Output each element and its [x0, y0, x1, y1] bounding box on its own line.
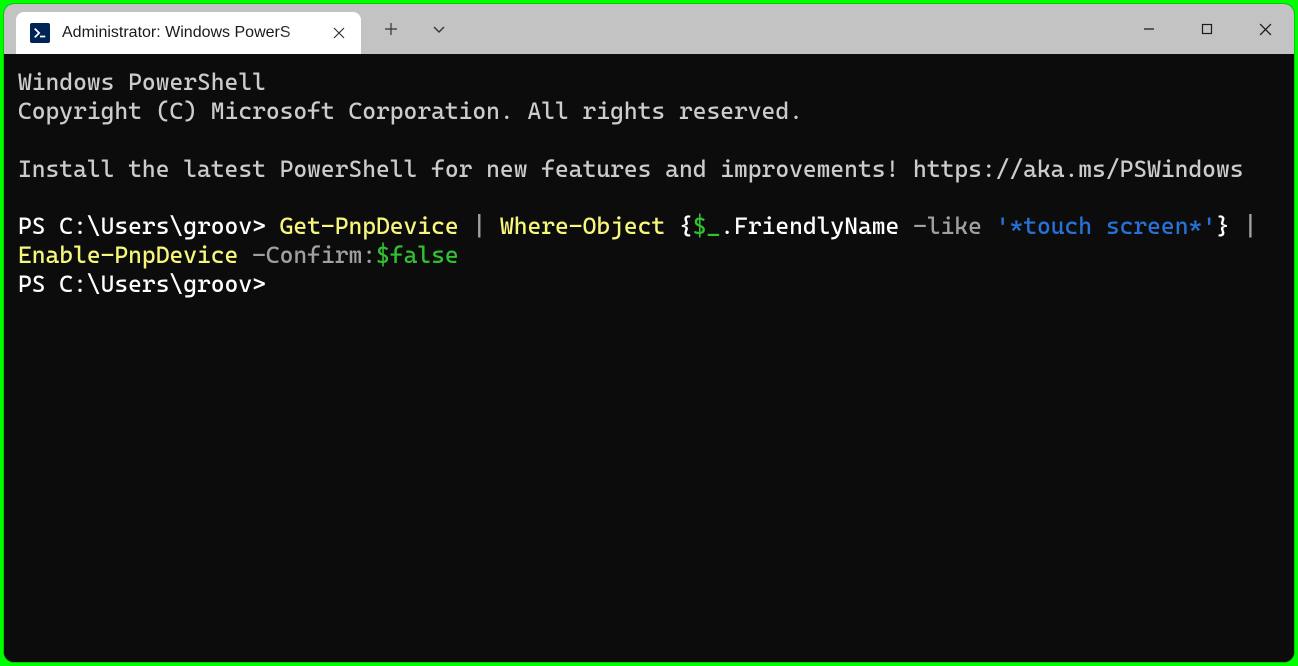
member: .FriendlyName: [720, 212, 913, 240]
pipe: |: [459, 212, 500, 240]
prompt: PS C:\Users\groov>: [18, 212, 280, 240]
string: '*touch screen*': [996, 212, 1216, 240]
variable: $_: [693, 212, 721, 240]
cmdlet: Get-PnpDevice: [280, 212, 459, 240]
tab-close-button[interactable]: [327, 21, 351, 45]
prompt: PS C:\Users\groov>: [18, 270, 266, 298]
close-button[interactable]: [1236, 4, 1294, 54]
banner-line: Install the latest PowerShell for new fe…: [18, 155, 1244, 183]
cmdlet: Where-Object: [500, 212, 665, 240]
tab-strip: Administrator: Windows PowerS: [4, 4, 1120, 54]
parameter: -Confirm:: [252, 241, 376, 269]
space: [238, 241, 252, 269]
minimize-button[interactable]: [1120, 4, 1178, 54]
titlebar[interactable]: Administrator: Windows PowerS: [4, 4, 1294, 54]
tab-title: Administrator: Windows PowerS: [62, 24, 321, 42]
cmdlet: Enable-PnpDevice: [18, 241, 238, 269]
banner-line: Windows PowerShell: [18, 68, 266, 96]
brace: }: [1216, 212, 1230, 240]
powershell-icon: [30, 23, 50, 43]
terminal-window: Administrator: Windows PowerS: [4, 4, 1294, 662]
new-tab-button[interactable]: [367, 4, 415, 54]
terminal-output[interactable]: Windows PowerShell Copyright (C) Microso…: [4, 54, 1294, 662]
brace: {: [665, 212, 693, 240]
maximize-button[interactable]: [1178, 4, 1236, 54]
banner-line: Copyright (C) Microsoft Corporation. All…: [18, 97, 803, 125]
tab-actions: [367, 4, 463, 54]
false-literal: $false: [376, 241, 459, 269]
tab-dropdown-button[interactable]: [415, 4, 463, 54]
window-controls: [1120, 4, 1294, 54]
tab-powershell[interactable]: Administrator: Windows PowerS: [16, 12, 361, 54]
operator: -like: [913, 212, 996, 240]
pipe: |: [1230, 212, 1271, 240]
